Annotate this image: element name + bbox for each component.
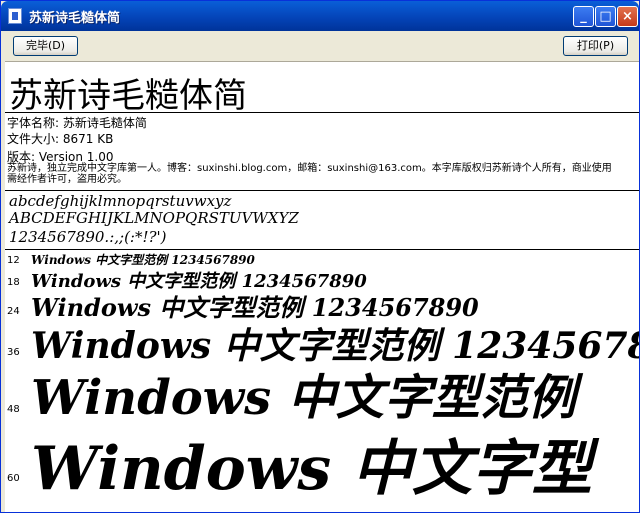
size-label-18: 18 [7, 277, 20, 288]
size-sample-12: Windows 中文字型范例 1234567890 [31, 253, 255, 267]
toolbar: 完毕(D) 打印(P) [1, 31, 639, 59]
font-name-line: 字体名称: 苏新诗毛糙体简 [7, 116, 147, 130]
font-file-icon [8, 8, 22, 24]
size-sample-60: Windows 中文字型 [31, 434, 593, 504]
divider [5, 249, 639, 250]
uppercase-sample: ABCDEFGHIJKLMNOPQRSTUVWXYZ [9, 209, 299, 227]
size-label-12: 12 [7, 255, 20, 266]
maximize-button[interactable]: □ [595, 6, 616, 27]
done-button[interactable]: 完毕(D) [13, 36, 78, 56]
lowercase-sample: abcdefghijklmnopqrstuvwxyz [9, 192, 232, 210]
size-label-48: 48 [7, 404, 20, 415]
divider [5, 112, 639, 113]
copyright-description: 苏新诗，独立完成中文字库第一人。博客：suxinshi.blog.com，邮箱：… [7, 163, 612, 185]
print-button[interactable]: 打印(P) [563, 36, 628, 56]
divider [5, 190, 639, 191]
font-display-name: 苏新诗毛糙体简 [9, 76, 247, 116]
close-button[interactable]: × [617, 6, 638, 27]
minimize-button[interactable]: _ [573, 6, 594, 27]
size-sample-48: Windows 中文字型范例 [31, 370, 576, 426]
font-viewer-window: 苏新诗毛糙体简 _ □ × 完毕(D) 打印(P) 苏新诗毛糙体简 字体名称: … [0, 0, 640, 513]
window-title: 苏新诗毛糙体简 [29, 11, 121, 26]
size-label-60: 60 [7, 473, 20, 484]
file-size-line: 文件大小: 8671 KB [7, 132, 114, 146]
title-bar[interactable]: 苏新诗毛糙体简 _ □ × [1, 1, 639, 31]
size-label-36: 36 [7, 347, 20, 358]
font-preview-area: 苏新诗毛糙体简 字体名称: 苏新诗毛糙体简 文件大小: 8671 KB 版本: … [5, 61, 639, 512]
size-label-24: 24 [7, 306, 20, 317]
digits-sample: 1234567890.:,;(:*!?') [9, 228, 167, 246]
